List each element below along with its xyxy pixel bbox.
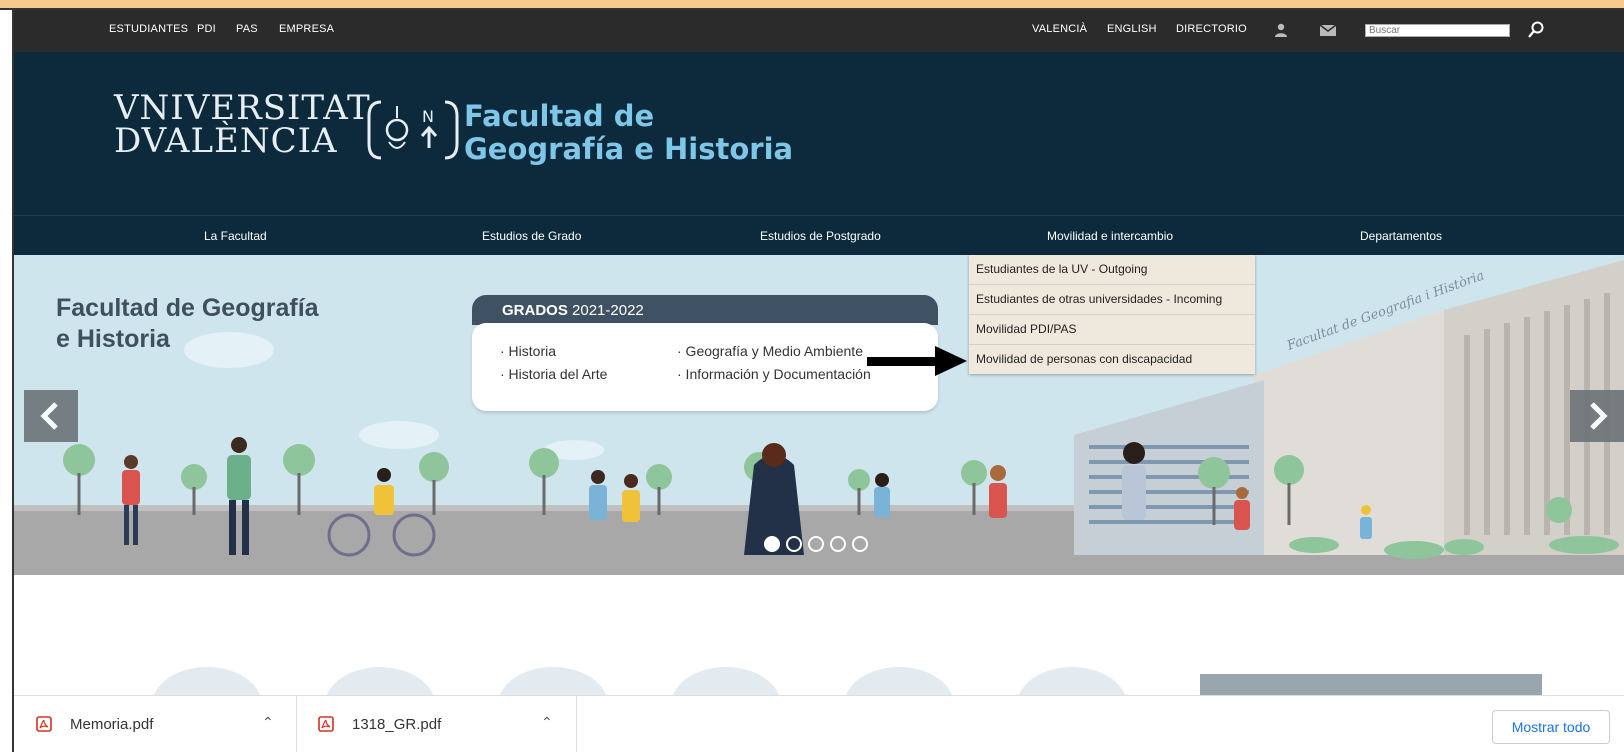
nav-estudios-postgrado[interactable]: Estudios de Postgrado <box>760 229 881 243</box>
search-input[interactable] <box>1365 24 1510 37</box>
faculty-compass-icon: N <box>367 100 459 160</box>
mail-icon[interactable] <box>1319 22 1337 38</box>
window-left-border <box>0 10 14 752</box>
downloads-bar: Memoria.pdf ⌃ 1318_GR.pdf ⌃ Mostrar todo <box>14 695 1624 752</box>
pdf-icon <box>318 716 334 732</box>
topbar-link-pas[interactable]: PAS <box>236 23 258 35</box>
movilidad-dropdown-menu: Estudiantes de la UV - Outgoing Estudian… <box>969 255 1255 374</box>
carousel-prev-button[interactable] <box>24 390 78 442</box>
nav-la-facultad[interactable]: La Facultad <box>204 229 267 243</box>
chevron-left-icon <box>40 402 58 430</box>
main-nav: La Facultad Estudios de Grado Estudios d… <box>14 215 1624 256</box>
pdf-icon <box>36 716 52 732</box>
chevron-up-icon[interactable]: ⌃ <box>541 714 553 731</box>
grado-historia[interactable]: · Historia <box>500 343 556 359</box>
topbar-link-directorio[interactable]: DIRECTORIO <box>1176 23 1247 35</box>
dropdown-item-discapacidad[interactable]: Movilidad de personas con discapacidad <box>969 345 1255 374</box>
chevron-up-icon[interactable]: ⌃ <box>262 714 274 731</box>
topbar-link-estudiantes[interactable]: ESTUDIANTES <box>109 23 188 35</box>
search-icon[interactable] <box>1526 20 1546 40</box>
nav-movilidad[interactable]: Movilidad e intercambio <box>1047 229 1173 243</box>
grado-informacion[interactable]: · Información y Documentación <box>677 366 871 382</box>
download-item-1318-gr[interactable]: 1318_GR.pdf ⌃ <box>296 696 577 752</box>
carousel-dot-5[interactable] <box>852 536 868 552</box>
download-filename: 1318_GR.pdf <box>352 716 442 733</box>
show-all-downloads-button[interactable]: Mostrar todo <box>1492 710 1610 744</box>
grados-year: 2021-2022 <box>572 302 644 319</box>
topbar-link-pdi[interactable]: PDI <box>197 23 216 35</box>
nav-estudios-grado[interactable]: Estudios de Grado <box>482 229 581 243</box>
grado-geografia[interactable]: · Geografía y Medio Ambiente <box>677 343 863 359</box>
nav-departamentos[interactable]: Departamentos <box>1360 229 1442 243</box>
page-content: ESTUDIANTES PDI PAS EMPRESA VALENCIÀ ENG… <box>14 10 1624 752</box>
faculty-title-line1: Facultad de <box>464 99 655 133</box>
chevron-right-icon <box>1590 402 1608 430</box>
hero-title-line2: e Historia <box>56 325 170 353</box>
pointer-arrow-icon <box>867 346 967 376</box>
carousel-next-button[interactable] <box>1570 390 1624 442</box>
carousel-dot-1[interactable] <box>764 536 780 552</box>
section-icons-row <box>153 667 1542 695</box>
grados-heading: GRADOS 2021-2022 <box>502 302 644 319</box>
topbar-link-empresa[interactable]: EMPRESA <box>279 23 334 35</box>
dropdown-item-incoming[interactable]: Estudiantes de otras universidades - Inc… <box>969 285 1255 315</box>
carousel-dot-4[interactable] <box>830 536 846 552</box>
carousel-dot-3[interactable] <box>808 536 824 552</box>
carousel-dot-2[interactable] <box>786 536 802 552</box>
carousel-dots <box>764 536 874 557</box>
hero-carousel: Facultat de Geografia i Història Faculta… <box>14 255 1624 575</box>
dropdown-item-outgoing[interactable]: Estudiantes de la UV - Outgoing <box>969 255 1255 285</box>
svg-text:N: N <box>422 107 434 126</box>
user-icon[interactable] <box>1273 22 1289 38</box>
dropdown-item-pdi-pas[interactable]: Movilidad PDI/PAS <box>969 315 1255 345</box>
top-bar: ESTUDIANTES PDI PAS EMPRESA VALENCIÀ ENG… <box>14 10 1624 52</box>
topbar-link-valencia[interactable]: VALENCIÀ <box>1032 23 1087 35</box>
site-header: VNIVERSITAT DVALÈNCIA N Facultad de Geog… <box>14 52 1624 215</box>
grado-historia-arte[interactable]: · Historia del Arte <box>500 366 607 382</box>
topbar-link-english[interactable]: ENGLISH <box>1107 23 1157 35</box>
university-logo[interactable]: VNIVERSITAT DVALÈNCIA <box>114 91 371 161</box>
window-top-border <box>0 0 1624 10</box>
faculty-title-line2: Geografía e Historia <box>464 132 794 166</box>
download-filename: Memoria.pdf <box>70 716 154 733</box>
university-logo-line2: DVALÈNCIA <box>114 121 338 161</box>
grados-label: GRADOS <box>502 302 568 319</box>
hero-title-line1: Facultad de Geografía <box>56 294 319 322</box>
download-item-memoria[interactable]: Memoria.pdf ⌃ <box>14 696 297 752</box>
hero-title: Facultad de Geografía e Historia <box>56 293 319 355</box>
faculty-title[interactable]: Facultad de Geografía e Historia <box>464 100 793 166</box>
grados-card-header: GRADOS 2021-2022 <box>472 295 938 325</box>
